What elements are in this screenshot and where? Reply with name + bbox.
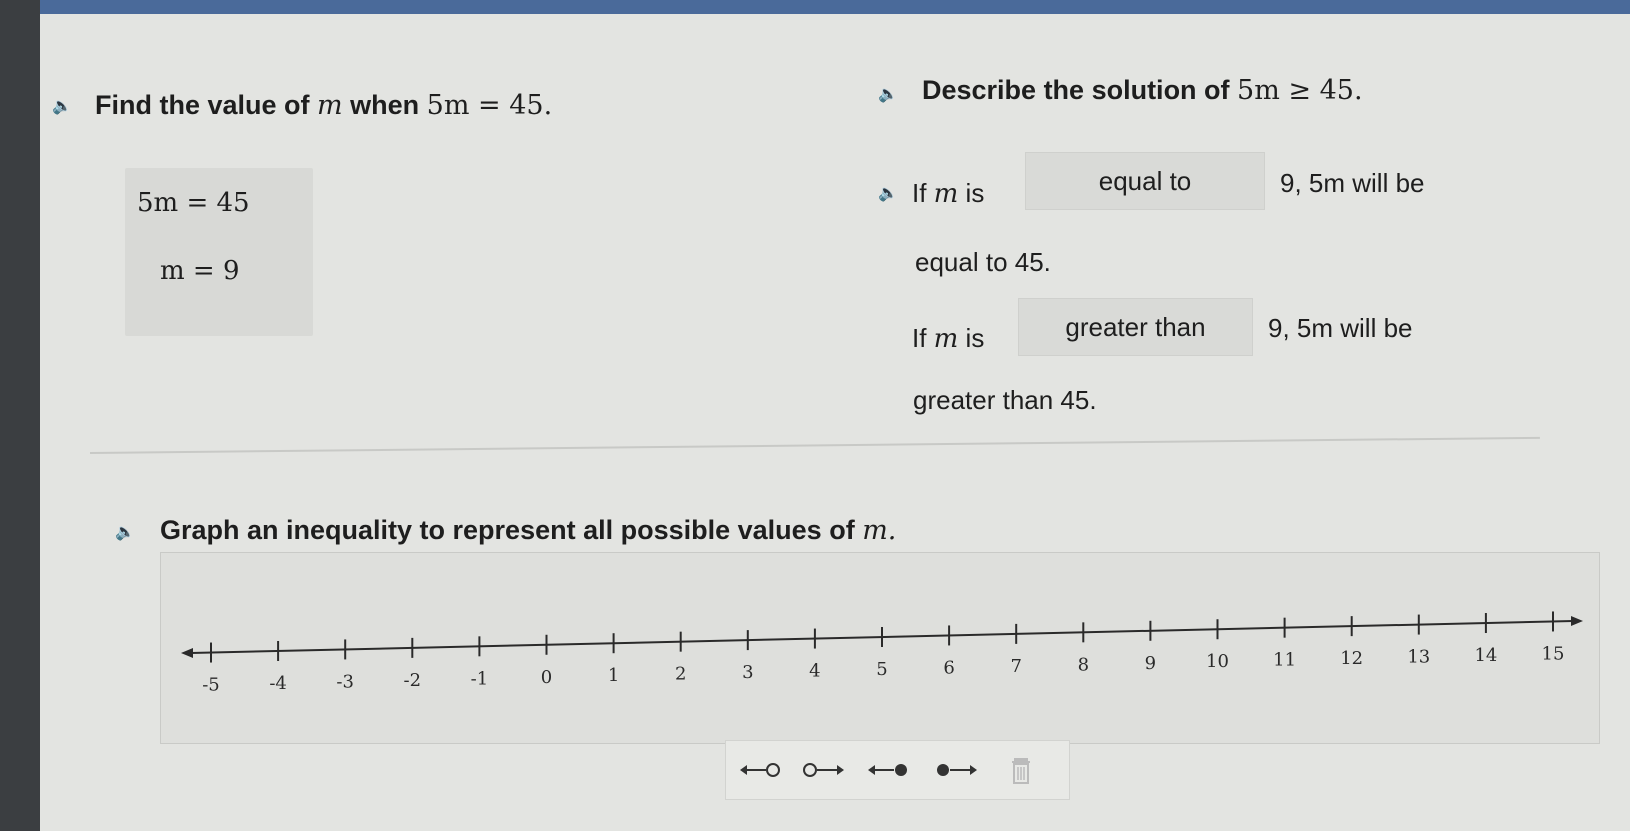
number-line[interactable]: -5 -4 -3 -2 -1 0 1 2 3 4 5 6 7 8 9 10 11 12 13 14 15: [161, 553, 1601, 745]
variable-m: m: [933, 179, 959, 209]
tick-label: -2: [404, 670, 422, 691]
tick-label: 14: [1474, 645, 1497, 666]
question-text: Find the value of: [95, 90, 318, 120]
tick-label: 11: [1273, 650, 1296, 671]
sentence-text: If: [912, 323, 934, 353]
question-text: Graph an inequality to represent all pos…: [160, 515, 863, 545]
tick-label: 7: [1010, 656, 1021, 677]
question-text: Describe the solution of: [922, 75, 1238, 105]
dropdown-relation-2[interactable]: greater than: [1018, 298, 1253, 356]
screen: 🔈 Find the value of m when 5m = 45. 5m =…: [40, 0, 1630, 831]
work-box: 5m = 45 m = 9: [125, 168, 313, 336]
top-bar: [40, 0, 1630, 14]
axis-left-arrow: [181, 648, 193, 658]
speaker-icon[interactable]: 🔈: [52, 98, 74, 116]
inequality: 5m ≥ 45.: [1237, 75, 1363, 106]
closed-circle-right-arrow-icon[interactable]: [931, 755, 979, 785]
equation: 5m = 45.: [426, 90, 553, 121]
sentence-1-lead: If m is: [912, 178, 984, 209]
tick-label: 12: [1340, 648, 1363, 669]
sentence-2-line2: greater than 45.: [913, 385, 1097, 415]
tick-label: 4: [809, 661, 820, 682]
closed-circle-left-arrow-icon[interactable]: [866, 755, 914, 785]
tick-label: -4: [269, 673, 287, 694]
tick-label: 5: [876, 659, 887, 680]
sentence-text: is: [958, 178, 985, 208]
work-line-2: m = 9: [160, 256, 240, 286]
sentence-2-tail: 9, 5m will be: [1268, 313, 1413, 343]
section-divider: [89, 436, 1540, 454]
trash-icon[interactable]: [1006, 755, 1036, 785]
tick-label: 10: [1206, 651, 1229, 672]
speaker-icon[interactable]: 🔈: [878, 86, 900, 104]
sentence-text: is: [958, 323, 985, 353]
tick-label: 9: [1145, 653, 1156, 674]
graph-area[interactable]: -5 -4 -3 -2 -1 0 1 2 3 4 5 6 7 8 9 10 11 12 13 14 15: [160, 552, 1600, 744]
variable-m: m.: [862, 515, 897, 546]
work-line-1: 5m = 45: [137, 188, 250, 218]
open-circle-left-arrow-icon[interactable]: [738, 755, 786, 785]
tick-label: 15: [1542, 643, 1565, 664]
axis-right-arrow: [1571, 616, 1583, 626]
tick-label: -3: [336, 671, 354, 692]
tick-label: 3: [742, 662, 753, 683]
speaker-icon[interactable]: 🔈: [115, 524, 137, 542]
dropdown-relation-1[interactable]: equal to: [1025, 152, 1265, 210]
variable-m: m: [933, 324, 959, 354]
tick-label: 13: [1407, 647, 1430, 668]
sentence-text: If: [912, 178, 934, 208]
question-find-value: Find the value of m when 5m = 45.: [95, 90, 552, 121]
tick-label: 1: [608, 665, 619, 686]
tick-label: -1: [471, 668, 489, 689]
tick-label: 0: [541, 667, 552, 688]
sentence-2-lead: If m is: [912, 323, 984, 354]
tick-label: 6: [943, 657, 954, 678]
sentence-1-line2: equal to 45.: [915, 247, 1051, 277]
question-graph-inequality: Graph an inequality to represent all pos…: [160, 515, 896, 546]
open-circle-right-arrow-icon[interactable]: [798, 755, 846, 785]
graph-toolbar: [725, 740, 1070, 800]
question-text-when: when: [342, 90, 427, 120]
sentence-1-tail: 9, 5m will be: [1280, 168, 1425, 198]
tick-label: 2: [675, 664, 686, 685]
question-describe-solution: Describe the solution of 5m ≥ 45.: [922, 75, 1363, 106]
tick-label: -5: [202, 675, 220, 696]
tick-label: 8: [1078, 654, 1089, 675]
speaker-icon[interactable]: 🔈: [878, 185, 900, 203]
variable-m: m: [317, 90, 343, 121]
